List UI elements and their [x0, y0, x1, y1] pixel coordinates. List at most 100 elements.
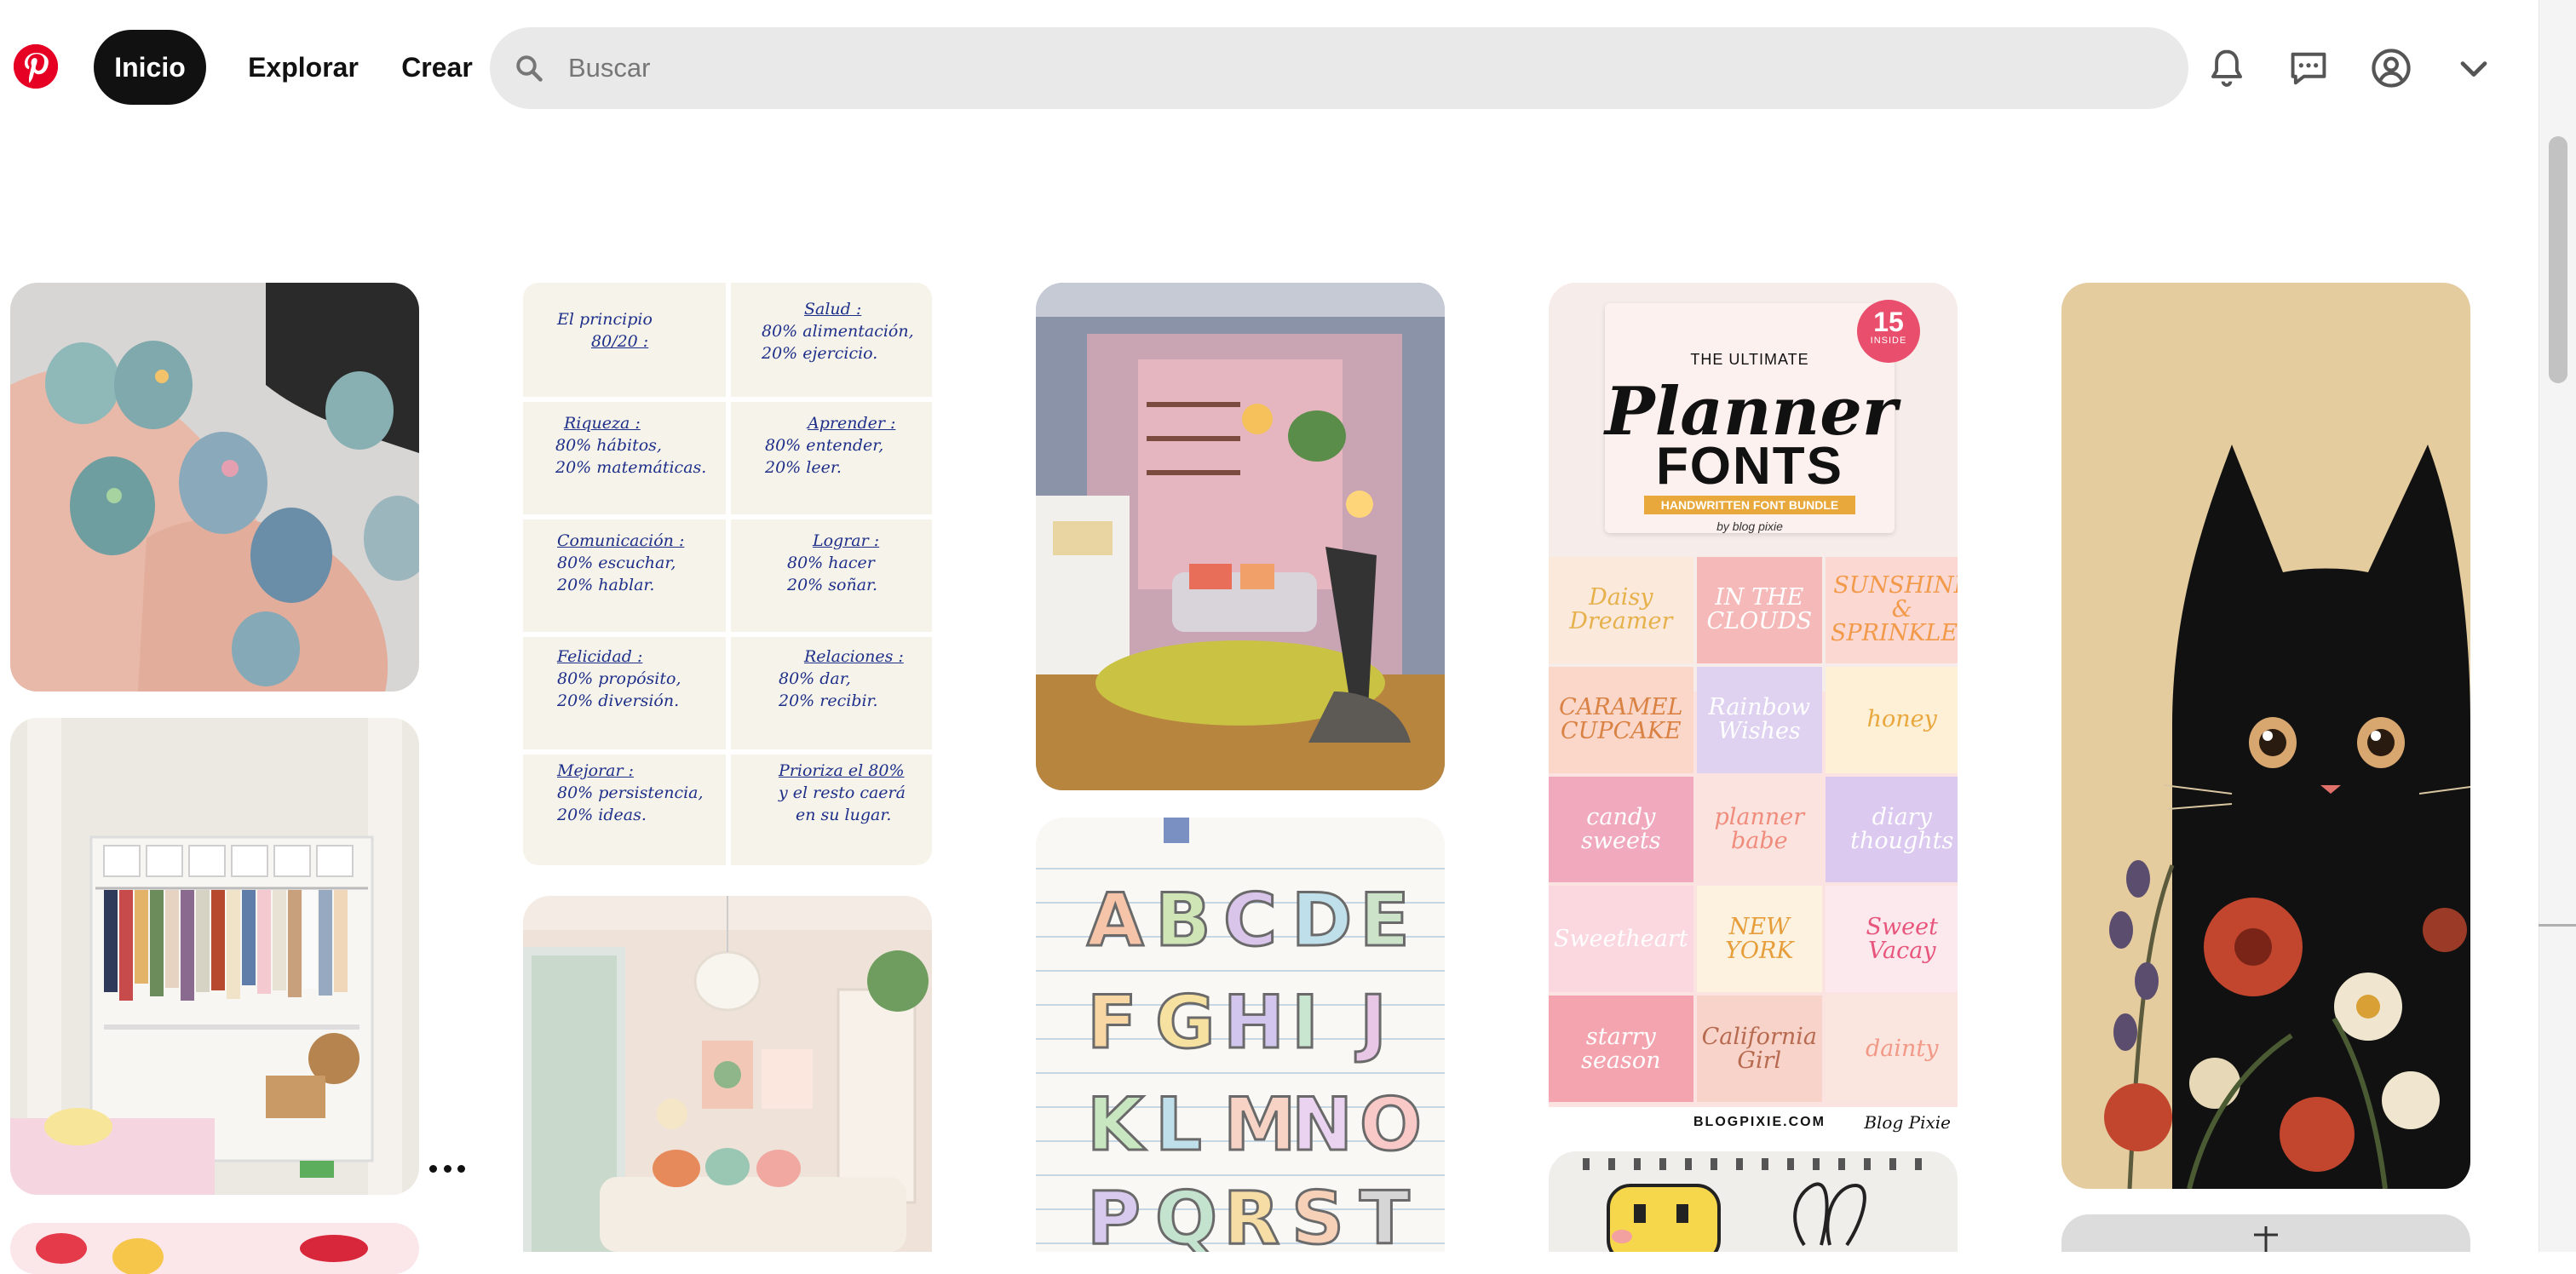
- pin-image-pink-room: [1036, 283, 1445, 790]
- pin-image-closet: [10, 718, 419, 1195]
- planner-signature: Blog Pixie: [1864, 1112, 1951, 1133]
- font-tile: Rainbow Wishes: [1696, 666, 1822, 773]
- rule-line: 80% alimentación,: [762, 322, 914, 341]
- font-tile: starry season: [1549, 996, 1693, 1102]
- pin-planner-fonts[interactable]: THE ULTIMATE Planner FONTS HANDWRITTEN F…: [1549, 283, 1958, 1138]
- planner-badge: 15 INSIDE: [1857, 300, 1920, 363]
- bubble-letter: C: [1223, 878, 1277, 963]
- rule-line: 80/20 :: [591, 332, 649, 351]
- more-options-button[interactable]: [429, 1158, 465, 1179]
- bubble-letter: S: [1291, 1176, 1344, 1252]
- pin-eighty-twenty[interactable]: El principio 80/20 : Salud : 80% aliment…: [523, 283, 932, 865]
- bell-icon: [2211, 49, 2242, 87]
- rule-line: 80% propósito,: [557, 669, 681, 688]
- profile-button[interactable]: [2360, 37, 2422, 99]
- rule-line: 80% hábitos,: [555, 436, 662, 455]
- font-tile: Daisy Dreamer: [1549, 557, 1693, 663]
- pin-cartoon[interactable]: [10, 1223, 419, 1274]
- pin-image-bubble-letters: A B C D E F G H I J K L M N O P Q R S T: [1036, 818, 1445, 1252]
- more-dot: [457, 1164, 465, 1173]
- bubble-letter: A: [1087, 878, 1144, 963]
- pin-doodle[interactable]: [1549, 1151, 1958, 1252]
- font-tile: honey: [1825, 666, 1958, 773]
- font-tile: planner babe: [1696, 776, 1822, 883]
- pin-bubble-letters[interactable]: A B C D E F G H I J K L M N O P Q R S T: [1036, 818, 1445, 1252]
- eighty-twenty-sheet: El principio 80/20 : Salud : 80% aliment…: [523, 283, 932, 865]
- scrollbar-marker: [2539, 924, 2576, 927]
- rule-heading: Mejorar :: [557, 761, 634, 780]
- bubble-letter: T: [1360, 1176, 1410, 1252]
- font-tile-grid: Daisy Dreamer IN THE CLOUDS SUNSHINE & S…: [1549, 557, 1958, 1102]
- bubble-letter: M: [1223, 1082, 1297, 1168]
- search-icon: [516, 55, 543, 82]
- pin-image-cartoon: [10, 1223, 419, 1274]
- rule-line: en su lugar.: [796, 806, 892, 824]
- rule-heading: Aprender :: [808, 414, 896, 433]
- rule-line: 20% ejercicio.: [762, 344, 878, 363]
- rule-heading: Salud :: [804, 300, 862, 318]
- planner-byline: by blog pixie: [1716, 519, 1783, 533]
- bubble-letter: N: [1291, 1082, 1353, 1168]
- pinterest-logo[interactable]: [14, 44, 58, 89]
- font-tile: California Girl: [1696, 996, 1822, 1102]
- rule-heading: Relaciones :: [804, 647, 904, 666]
- planner-subtitle: THE ULTIMATE: [1690, 351, 1809, 368]
- scrollbar-thumb[interactable]: [2549, 136, 2567, 383]
- pin-closet[interactable]: [10, 718, 419, 1195]
- pinterest-logo-icon: [14, 44, 58, 89]
- rule-line: 20% ideas.: [557, 806, 647, 824]
- bubble-letter: J: [1355, 980, 1387, 1065]
- rule-line: 20% hablar.: [557, 576, 655, 594]
- rule-line: 80% escuchar,: [557, 554, 676, 572]
- rule-line: 80% persistencia,: [557, 783, 704, 802]
- rule-line: 20% recibir.: [779, 692, 878, 710]
- page-scrollbar[interactable]: [2539, 0, 2576, 1252]
- pin-image-doodle: [1549, 1151, 1958, 1252]
- rule-cell: Prioriza el 80% y el resto caerá en su l…: [779, 760, 932, 865]
- more-dot: [443, 1164, 451, 1173]
- font-tile: dainty: [1825, 996, 1958, 1102]
- rule-cell: Lograr : 80% hacer 20% soñar.: [787, 530, 932, 644]
- font-tile: Sweetheart: [1549, 886, 1693, 993]
- font-tile: NEW YORK: [1696, 886, 1822, 993]
- badge-number: 15: [1873, 307, 1904, 337]
- pin-image-gray: [2061, 1214, 2470, 1252]
- bubble-letter: E: [1360, 878, 1410, 963]
- font-tile: CARAMEL CUPCAKE: [1549, 666, 1693, 773]
- planner-fonts-card: THE ULTIMATE Planner FONTS HANDWRITTEN F…: [1605, 303, 1897, 533]
- font-tile: Sweet Vacay: [1825, 886, 1958, 993]
- rule-cell: Riqueza : 80% hábitos, 20% matemáticas.: [555, 412, 758, 526]
- search-input[interactable]: [568, 27, 2153, 109]
- rule-line: 80% dar,: [779, 669, 851, 688]
- search-bar[interactable]: [490, 27, 2188, 109]
- rule-heading: Lograr :: [813, 531, 880, 550]
- pin-gray[interactable]: [2061, 1214, 2470, 1252]
- notifications-button[interactable]: [2196, 37, 2257, 99]
- messages-button[interactable]: [2278, 37, 2339, 99]
- rule-line: 20% matemáticas.: [555, 458, 707, 477]
- rule-heading: El principio: [557, 310, 653, 329]
- pin-nails[interactable]: [10, 283, 419, 692]
- pin-pink-room[interactable]: [1036, 283, 1445, 790]
- rule-cell: Felicidad : 80% propósito, 20% diversión…: [557, 646, 760, 760]
- rule-cell: Aprender : 80% entender, 20% leer.: [765, 412, 932, 526]
- rule-cell: El principio 80/20 :: [557, 308, 760, 422]
- pin-black-cat[interactable]: [2061, 283, 2470, 1189]
- pin-image-living-room: [523, 896, 932, 1252]
- badge-text: INSIDE: [1870, 336, 1907, 346]
- bubble-letter: B: [1155, 878, 1211, 963]
- bubble-letter: K: [1087, 1082, 1147, 1168]
- rule-cell: Salud : 80% alimentación, 20% ejercicio.: [762, 298, 932, 412]
- bubble-letter: P: [1087, 1176, 1141, 1252]
- rule-line: 20% leer.: [765, 458, 842, 477]
- nav-create-button[interactable]: Crear: [387, 30, 487, 105]
- account-menu-button[interactable]: [2443, 37, 2504, 99]
- rule-heading: Felicidad :: [557, 647, 643, 666]
- chevron-down-icon: [2460, 61, 2487, 77]
- nav-explore-button[interactable]: Explorar: [235, 30, 371, 105]
- rule-line: 80% hacer: [787, 554, 875, 572]
- rule-cell: Mejorar : 80% persistencia, 20% ideas.: [557, 760, 760, 865]
- pin-image-nails: [10, 283, 419, 692]
- nav-home-button[interactable]: Inicio: [94, 30, 206, 105]
- pin-living-room[interactable]: [523, 896, 932, 1252]
